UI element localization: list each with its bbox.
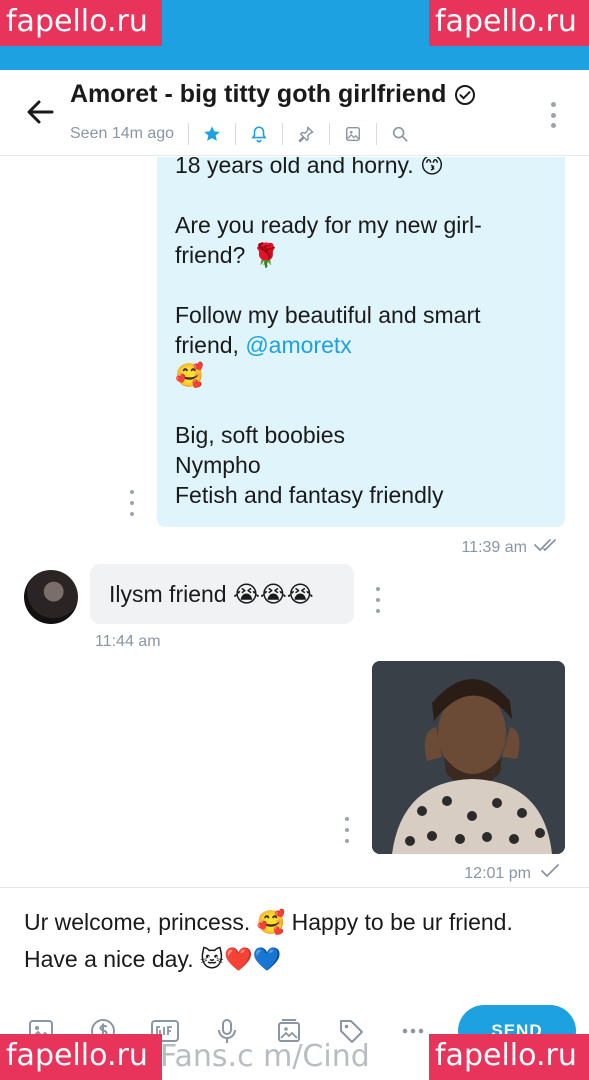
message-time: 12:01 pm: [464, 863, 561, 884]
watermark: fapello.ru: [0, 1034, 162, 1080]
chat-thread[interactable]: 18 years old and horny. 😙 Are you ready …: [0, 157, 589, 887]
divider: [376, 123, 378, 145]
message-text: Ilysm friend 😭😭😭: [109, 580, 314, 607]
last-seen: Seen 14m ago: [70, 125, 175, 142]
divider: [329, 123, 331, 145]
pin-icon[interactable]: [295, 123, 317, 145]
back-arrow-icon[interactable]: [22, 94, 58, 130]
divider: [282, 123, 284, 145]
divider: [188, 123, 190, 145]
photo-message[interactable]: [372, 661, 565, 854]
divider: [235, 123, 237, 145]
message-options-icon[interactable]: [344, 817, 350, 843]
chat-title[interactable]: Amoret - big titty goth girlfriend: [70, 80, 446, 109]
more-vertical-icon[interactable]: [550, 102, 556, 128]
message-line: friend? 🌹: [175, 242, 281, 268]
timestamp: 12:01 pm: [464, 864, 531, 882]
watermark: fapello.ru: [0, 0, 162, 46]
message-time: 11:39 am: [461, 537, 561, 558]
message-text: friend,: [175, 332, 246, 358]
message-line: Are you ready for my new girl-: [175, 212, 482, 238]
message-options-icon[interactable]: [375, 587, 381, 613]
search-icon[interactable]: [389, 123, 411, 145]
message-line: Follow my beautiful and smart: [175, 302, 481, 328]
input-line: Have a nice day. 🐱❤️💙: [24, 946, 282, 972]
message-line: 18 years old and horny. 😙: [175, 157, 445, 178]
incoming-message-bubble[interactable]: Ilysm friend 😭😭😭: [90, 564, 354, 624]
message-line: friend, @amoretx: [175, 330, 547, 360]
chat-header: Amoret - big titty goth girlfriend Seen …: [0, 70, 589, 156]
verified-icon: [454, 84, 476, 106]
watermark-center: Fans.c m/Cind: [160, 1039, 370, 1074]
watermark: fapello.ru: [429, 0, 589, 46]
message-line: 🥰: [175, 362, 204, 388]
star-icon[interactable]: [201, 123, 223, 145]
title-row: Amoret - big titty goth girlfriend: [70, 80, 476, 109]
watermark: fapello.ru: [429, 1034, 589, 1080]
message-line: Fetish and fantasy friendly: [175, 482, 444, 508]
media-icon[interactable]: [342, 123, 364, 145]
timestamp: 11:44 am: [95, 633, 161, 650]
message-input[interactable]: Ur welcome, princess. 🥰 Happy to be ur f…: [24, 904, 569, 978]
message-line: Nympho: [175, 452, 261, 478]
double-check-icon: [533, 537, 561, 558]
message-line: Big, soft boobies: [175, 422, 346, 448]
avatar[interactable]: [24, 570, 78, 624]
header-subrow: Seen 14m ago: [70, 122, 417, 146]
bell-icon[interactable]: [248, 123, 270, 145]
mention-link[interactable]: @amoretx: [245, 332, 351, 358]
outgoing-message-bubble[interactable]: 18 years old and horny. 😙 Are you ready …: [157, 157, 565, 527]
message-options-icon[interactable]: [129, 490, 135, 516]
check-icon: [539, 863, 561, 884]
timestamp: 11:39 am: [461, 538, 527, 556]
input-line: Ur welcome, princess. 🥰 Happy to be ur f…: [24, 909, 513, 935]
